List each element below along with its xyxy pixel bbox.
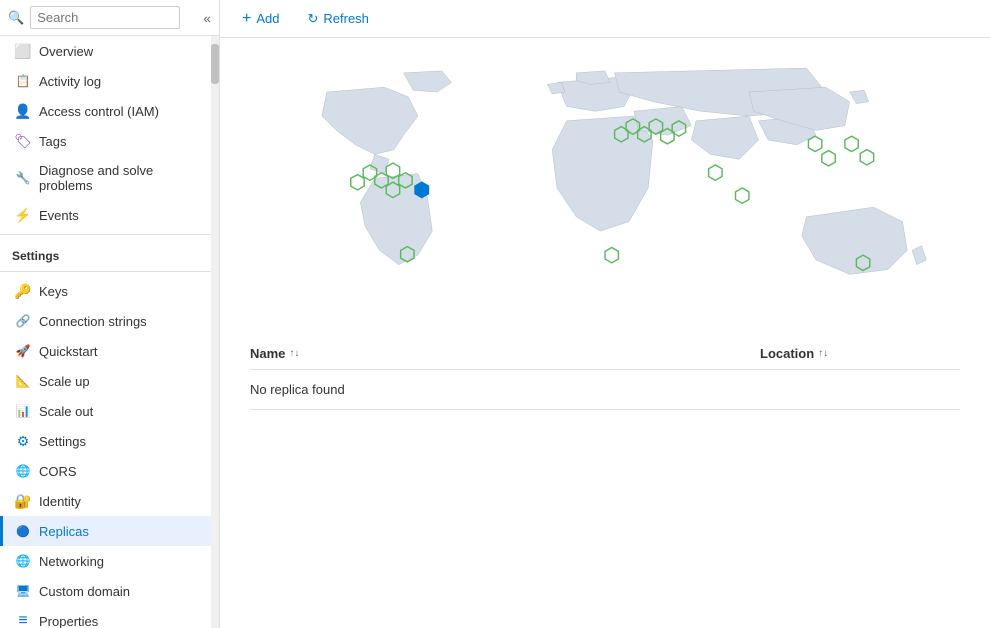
- sidebar-item-activity-log[interactable]: 📋 Activity log: [0, 66, 211, 96]
- col-location-label: Location: [760, 346, 814, 361]
- map-marker: [605, 247, 618, 262]
- sidebar-item-tags[interactable]: 🏷 Tags: [0, 126, 211, 156]
- map-marker: [735, 188, 748, 203]
- sidebar-item-events[interactable]: ⚡ Events: [0, 200, 211, 230]
- sidebar-item-replicas[interactable]: 🔵 Replicas: [0, 516, 211, 546]
- scale-up-icon: 📐: [15, 373, 31, 389]
- settings-divider2: [0, 271, 211, 272]
- sidebar-item-label: Replicas: [39, 524, 89, 539]
- sidebar-item-settings[interactable]: ⚙ Settings: [0, 426, 211, 456]
- refresh-button[interactable]: ↻ Refresh: [301, 8, 374, 30]
- sidebar-item-keys[interactable]: 🔑 Keys: [0, 276, 211, 306]
- tags-icon: 🏷: [15, 133, 31, 149]
- sidebar-item-scale-out[interactable]: 📊 Scale out: [0, 396, 211, 426]
- map-marker: [845, 136, 858, 151]
- quickstart-icon: 🚀: [15, 343, 31, 359]
- add-button[interactable]: + Add: [236, 7, 285, 31]
- table-header: Name ↑↓ Location ↑↓: [250, 338, 960, 370]
- toolbar: + Add ↻ Refresh: [220, 0, 990, 38]
- sidebar-item-label: Settings: [39, 434, 86, 449]
- sidebar-item-overview[interactable]: ⬜ Overview: [0, 36, 211, 66]
- sidebar-item-label: CORS: [39, 464, 77, 479]
- map-marker: [860, 150, 873, 165]
- scale-out-icon: 📊: [15, 403, 31, 419]
- world-map-svg: [250, 58, 960, 318]
- sidebar-item-label: Tags: [39, 134, 66, 149]
- sidebar-item-access-control[interactable]: 👤 Access control (IAM): [0, 96, 211, 126]
- add-icon: +: [242, 10, 251, 28]
- overview-icon: ⬜: [15, 43, 31, 59]
- sidebar-item-properties[interactable]: ≡ Properties: [0, 606, 211, 628]
- sidebar-item-label: Keys: [39, 284, 68, 299]
- content-area: Name ↑↓ Location ↑↓ No replica found: [220, 38, 990, 628]
- networking-icon: 🌐: [15, 553, 31, 569]
- sidebar-item-label: Scale out: [39, 404, 93, 419]
- table-empty-message: No replica found: [250, 370, 960, 410]
- main-content: + Add ↻ Refresh: [220, 0, 990, 628]
- replicas-icon: 🔵: [15, 523, 31, 539]
- search-input[interactable]: [30, 6, 180, 29]
- map-marker: [351, 175, 364, 190]
- sidebar-item-identity[interactable]: 🔐 Identity: [0, 486, 211, 516]
- refresh-icon: ↻: [307, 11, 318, 27]
- identity-icon: 🔐: [15, 493, 31, 509]
- col-location-header: Location ↑↓: [760, 346, 960, 361]
- replicas-table: Name ↑↓ Location ↑↓ No replica found: [220, 338, 990, 410]
- world-map: [250, 58, 960, 328]
- sidebar-scrollbar[interactable]: [211, 36, 219, 628]
- sidebar-item-cors[interactable]: 🌐 CORS: [0, 456, 211, 486]
- map-marker: [386, 163, 399, 178]
- sidebar-item-scale-up[interactable]: 📐 Scale up: [0, 366, 211, 396]
- col-name-header: Name ↑↓: [250, 346, 760, 361]
- location-sort-icon[interactable]: ↑↓: [818, 348, 828, 359]
- map-marker-primary: [415, 182, 428, 197]
- sidebar-nav-container: ⬜ Overview 📋 Activity log 👤 Access contr…: [0, 36, 219, 628]
- sidebar-item-label: Connection strings: [39, 314, 147, 329]
- sidebar-item-label: Networking: [39, 554, 104, 569]
- map-marker: [808, 136, 821, 151]
- settings-section-label: Settings: [0, 239, 211, 267]
- refresh-label: Refresh: [323, 11, 369, 26]
- sidebar-item-label: Diagnose and solve problems: [39, 163, 199, 193]
- search-icon: 🔍: [8, 10, 24, 26]
- connection-strings-icon: 🔗: [15, 313, 31, 329]
- col-name-label: Name: [250, 346, 285, 361]
- diagnose-icon: 🔧: [15, 170, 31, 186]
- sidebar-item-quickstart[interactable]: 🚀 Quickstart: [0, 336, 211, 366]
- sidebar-scroll-thumb[interactable]: [211, 44, 219, 84]
- map-marker: [709, 165, 722, 180]
- map-marker: [822, 151, 835, 166]
- sidebar-item-label: Overview: [39, 44, 93, 59]
- sidebar-item-label: Custom domain: [39, 584, 130, 599]
- sidebar-item-label: Events: [39, 208, 79, 223]
- settings-icon: ⚙: [15, 433, 31, 449]
- access-control-icon: 👤: [15, 103, 31, 119]
- sidebar-search-container: 🔍 «: [0, 0, 219, 36]
- sidebar-item-label: Identity: [39, 494, 81, 509]
- sidebar-item-label: Scale up: [39, 374, 90, 389]
- sidebar-item-diagnose[interactable]: 🔧 Diagnose and solve problems: [0, 156, 211, 200]
- sidebar-collapse-button[interactable]: «: [203, 10, 211, 26]
- add-label: Add: [256, 11, 279, 26]
- activity-log-icon: 📋: [15, 73, 31, 89]
- sidebar-item-connection-strings[interactable]: 🔗 Connection strings: [0, 306, 211, 336]
- sidebar-item-label: Quickstart: [39, 344, 98, 359]
- sidebar-item-label: Properties: [39, 614, 98, 628]
- settings-divider: [0, 234, 211, 235]
- keys-icon: 🔑: [15, 283, 31, 299]
- custom-domain-icon: 🖥: [15, 583, 31, 599]
- name-sort-icon[interactable]: ↑↓: [289, 348, 299, 359]
- events-icon: ⚡: [15, 207, 31, 223]
- properties-icon: ≡: [15, 613, 31, 628]
- cors-icon: 🌐: [15, 463, 31, 479]
- sidebar-item-label: Access control (IAM): [39, 104, 159, 119]
- sidebar-item-label: Activity log: [39, 74, 101, 89]
- sidebar: 🔍 « ⬜ Overview 📋 Activity log 👤 Access c…: [0, 0, 220, 628]
- sidebar-item-custom-domain[interactable]: 🖥 Custom domain: [0, 576, 211, 606]
- sidebar-item-networking[interactable]: 🌐 Networking: [0, 546, 211, 576]
- world-map-container: [220, 38, 990, 338]
- sidebar-nav: ⬜ Overview 📋 Activity log 👤 Access contr…: [0, 36, 211, 628]
